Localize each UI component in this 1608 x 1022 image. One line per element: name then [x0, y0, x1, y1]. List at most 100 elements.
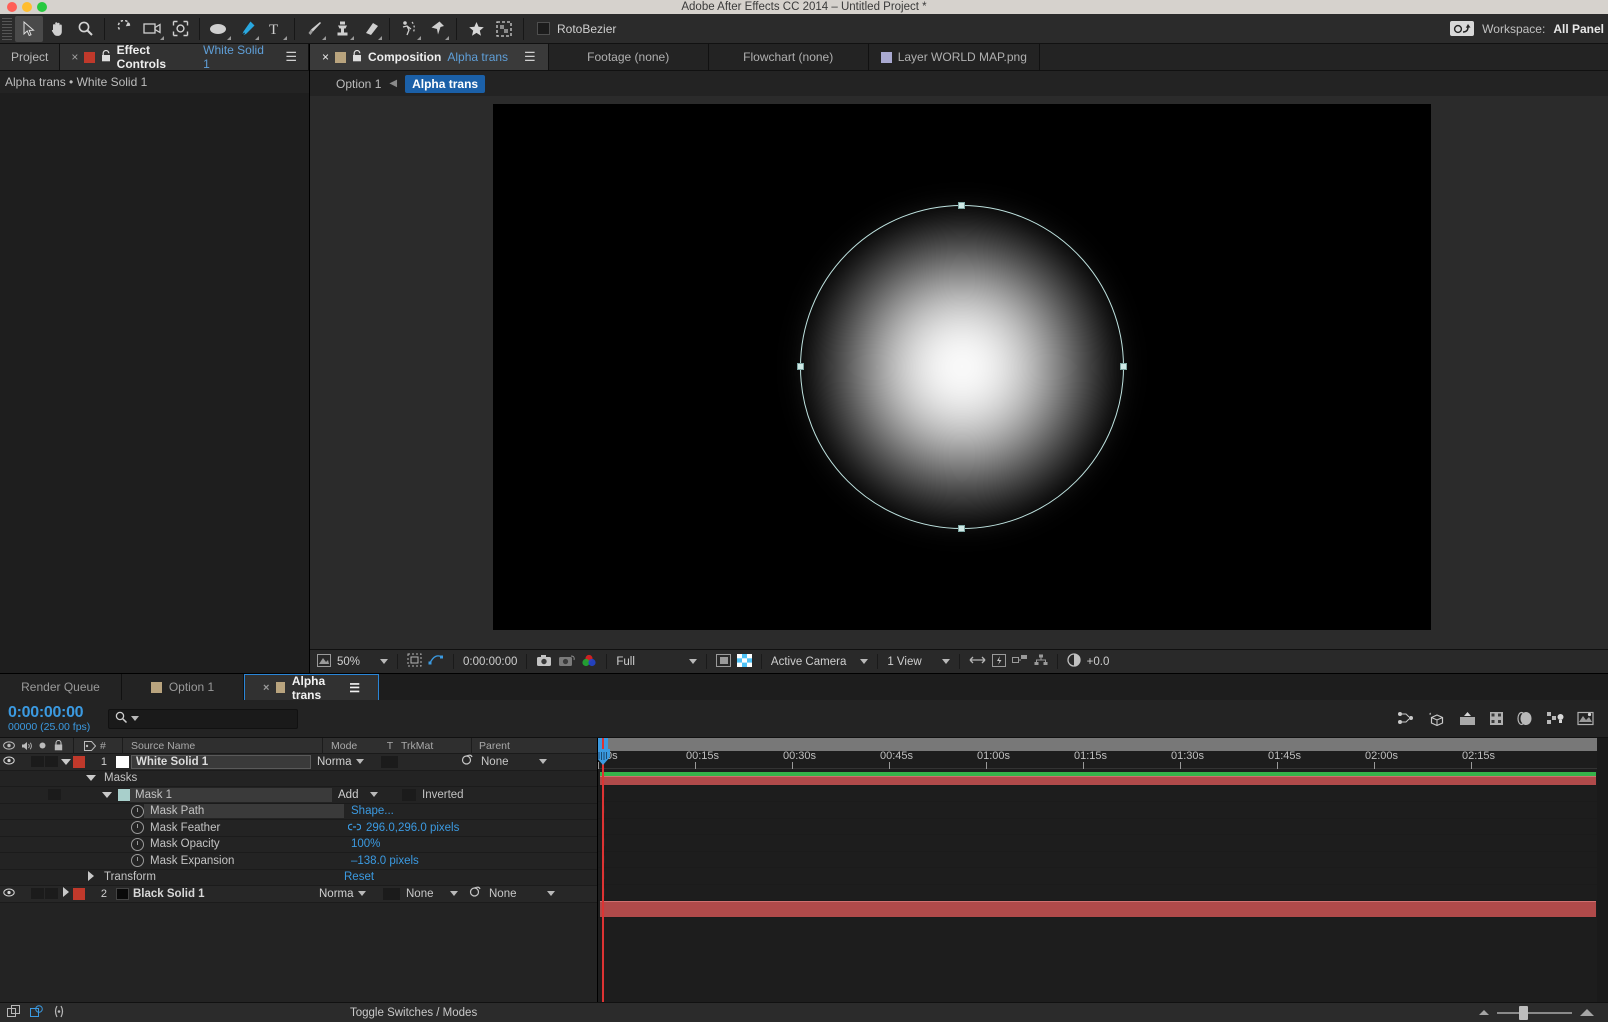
stopwatch-icon[interactable] [131, 804, 144, 818]
col-audio-icon[interactable] [18, 738, 35, 754]
video-toggle[interactable] [0, 888, 18, 900]
mask-handle-top[interactable] [958, 202, 965, 209]
mask-mode-select[interactable]: Add [338, 789, 400, 801]
table-row[interactable]: Transform Reset [0, 869, 597, 886]
layer-name[interactable]: Black Solid 1 [133, 888, 313, 900]
transform-reset-link[interactable]: Reset [344, 871, 374, 883]
composition-canvas[interactable] [493, 104, 1431, 630]
solo-toggle[interactable] [45, 888, 58, 900]
rotobezier-option[interactable]: RotoBezier [537, 22, 616, 36]
playhead-handle[interactable] [598, 749, 611, 766]
mask-color-swatch[interactable] [118, 788, 130, 801]
mask-name[interactable]: Mask 1 [130, 787, 332, 802]
expand-layer-triangle[interactable] [59, 887, 73, 900]
toggle-transparency-grid-icon[interactable] [736, 653, 752, 670]
brainstorm-icon[interactable] [1546, 711, 1564, 726]
resolution-select[interactable]: Full [616, 656, 635, 668]
rotation-tool-icon[interactable] [110, 16, 138, 42]
col-number-header[interactable]: # [100, 738, 122, 754]
toggle-switches-modes-button[interactable]: Toggle Switches / Modes [350, 1007, 477, 1019]
property-value[interactable]: Shape... [351, 805, 394, 817]
camera-tool-icon[interactable] [138, 16, 166, 42]
tab-footage[interactable]: Footage (none) [549, 44, 709, 70]
exposure-value[interactable]: +0.0 [1087, 656, 1110, 668]
table-row[interactable]: Mask 1 Add Inverted [0, 787, 597, 804]
layer-name[interactable]: White Solid 1 [131, 754, 311, 769]
mask-path-outline[interactable] [797, 202, 1127, 532]
tab-project[interactable]: Project [0, 44, 61, 70]
track-row[interactable] [598, 901, 1608, 918]
track-row[interactable]: I [598, 819, 1608, 835]
stopwatch-icon[interactable] [131, 854, 144, 868]
chevron-down-icon[interactable] [449, 891, 458, 897]
pixel-aspect-correction-icon[interactable] [969, 654, 986, 669]
chevron-down-icon[interactable] [357, 891, 366, 897]
stopwatch-icon[interactable] [131, 837, 144, 851]
col-parent-header[interactable]: Parent [472, 738, 552, 754]
playhead[interactable] [598, 738, 610, 1002]
table-row[interactable]: Mask Feather 296.0,296.0 pixels [0, 820, 597, 837]
timeline-vertical-scrollbar[interactable] [1597, 738, 1608, 1002]
zoom-tool-icon[interactable] [71, 16, 99, 42]
track-row[interactable]: I [598, 852, 1608, 868]
roto-brush-tool-icon[interactable] [395, 16, 423, 42]
mask-lock-toggle[interactable] [48, 789, 61, 801]
parent-pickwhip-icon[interactable] [460, 754, 473, 769]
panel-menu-icon[interactable]: ☰ [349, 681, 360, 695]
current-time-block[interactable]: 0:00:00:00 00000 (25.00 fps) [0, 704, 100, 733]
comp-flowchart-icon[interactable] [1034, 654, 1048, 669]
layer-mode-select[interactable]: Norma [317, 756, 379, 768]
close-icon[interactable]: × [263, 682, 269, 694]
transparency-grid-icon[interactable] [490, 16, 518, 42]
magnification-select[interactable]: 50% [337, 656, 360, 668]
layer-duration-bar[interactable] [600, 901, 1596, 917]
graph-editor-icon[interactable] [1397, 711, 1415, 726]
parent-pickwhip-icon[interactable] [468, 886, 481, 901]
brush-tool-icon[interactable] [300, 16, 328, 42]
take-snapshot-icon[interactable] [536, 654, 552, 670]
eraser-tool-icon[interactable] [356, 16, 384, 42]
track-row[interactable]: I [598, 835, 1608, 852]
property-value[interactable]: –138.0 pixels [351, 855, 419, 867]
workspace-gear-icon[interactable] [1450, 21, 1475, 36]
layer-duration-bar[interactable] [600, 776, 1596, 785]
breadcrumb-current[interactable]: Alpha trans [405, 74, 486, 93]
type-tool-icon[interactable]: T [261, 16, 289, 42]
tab-composition[interactable]: × Composition Alpha trans ☰ [310, 44, 549, 70]
expand-mask-triangle[interactable] [100, 789, 114, 801]
property-value[interactable]: 296.0,296.0 pixels [366, 822, 459, 834]
chevron-down-icon[interactable] [370, 792, 379, 798]
layer-mode-select[interactable]: Norma [319, 888, 381, 900]
workspace-value[interactable]: All Panel [1553, 22, 1604, 36]
parent-select[interactable]: None [489, 888, 555, 900]
tab-render-queue[interactable]: Render Queue [0, 674, 122, 700]
table-row[interactable]: Mask Expansion –138.0 pixels [0, 853, 597, 870]
frame-blending-icon[interactable] [1489, 711, 1504, 726]
timeline-zoom-slider[interactable] [1497, 1005, 1572, 1020]
col-trkmat-header[interactable]: TrkMat [397, 738, 471, 754]
grid-guides-icon[interactable] [407, 653, 422, 670]
fast-previews-icon[interactable] [991, 653, 1006, 670]
tab-effect-controls[interactable]: × Effect Controls White Solid 1 ☰ [60, 43, 309, 71]
link-icon[interactable] [347, 822, 362, 834]
tab-alpha-trans[interactable]: × Alpha trans ☰ [244, 674, 379, 702]
region-of-interest-icon[interactable] [715, 653, 731, 670]
parent-select[interactable]: None [481, 756, 547, 768]
close-icon[interactable]: × [71, 50, 78, 64]
search-input[interactable] [108, 708, 298, 729]
pan-behind-tool-icon[interactable] [166, 16, 194, 42]
col-t-header[interactable]: T [383, 738, 397, 754]
views-select[interactable]: 1 View [887, 656, 921, 668]
keyframe-interpolation-icon[interactable] [53, 1005, 65, 1021]
mask-handle-right[interactable] [1120, 363, 1127, 370]
col-video-icon[interactable] [0, 738, 18, 754]
mask-handle-bottom[interactable] [958, 525, 965, 532]
zoom-in-timeline-icon[interactable] [1580, 1009, 1594, 1016]
comp-family-icon[interactable] [7, 1004, 21, 1021]
current-timecode[interactable]: 0:00:00:00 [8, 704, 100, 722]
puppet-pin-tool-icon[interactable] [423, 16, 451, 42]
table-row[interactable]: Masks [0, 770, 597, 787]
tab-flowchart[interactable]: Flowchart (none) [709, 44, 869, 70]
stopwatch-icon[interactable] [131, 821, 144, 835]
preserve-transparency-toggle[interactable] [381, 755, 398, 768]
